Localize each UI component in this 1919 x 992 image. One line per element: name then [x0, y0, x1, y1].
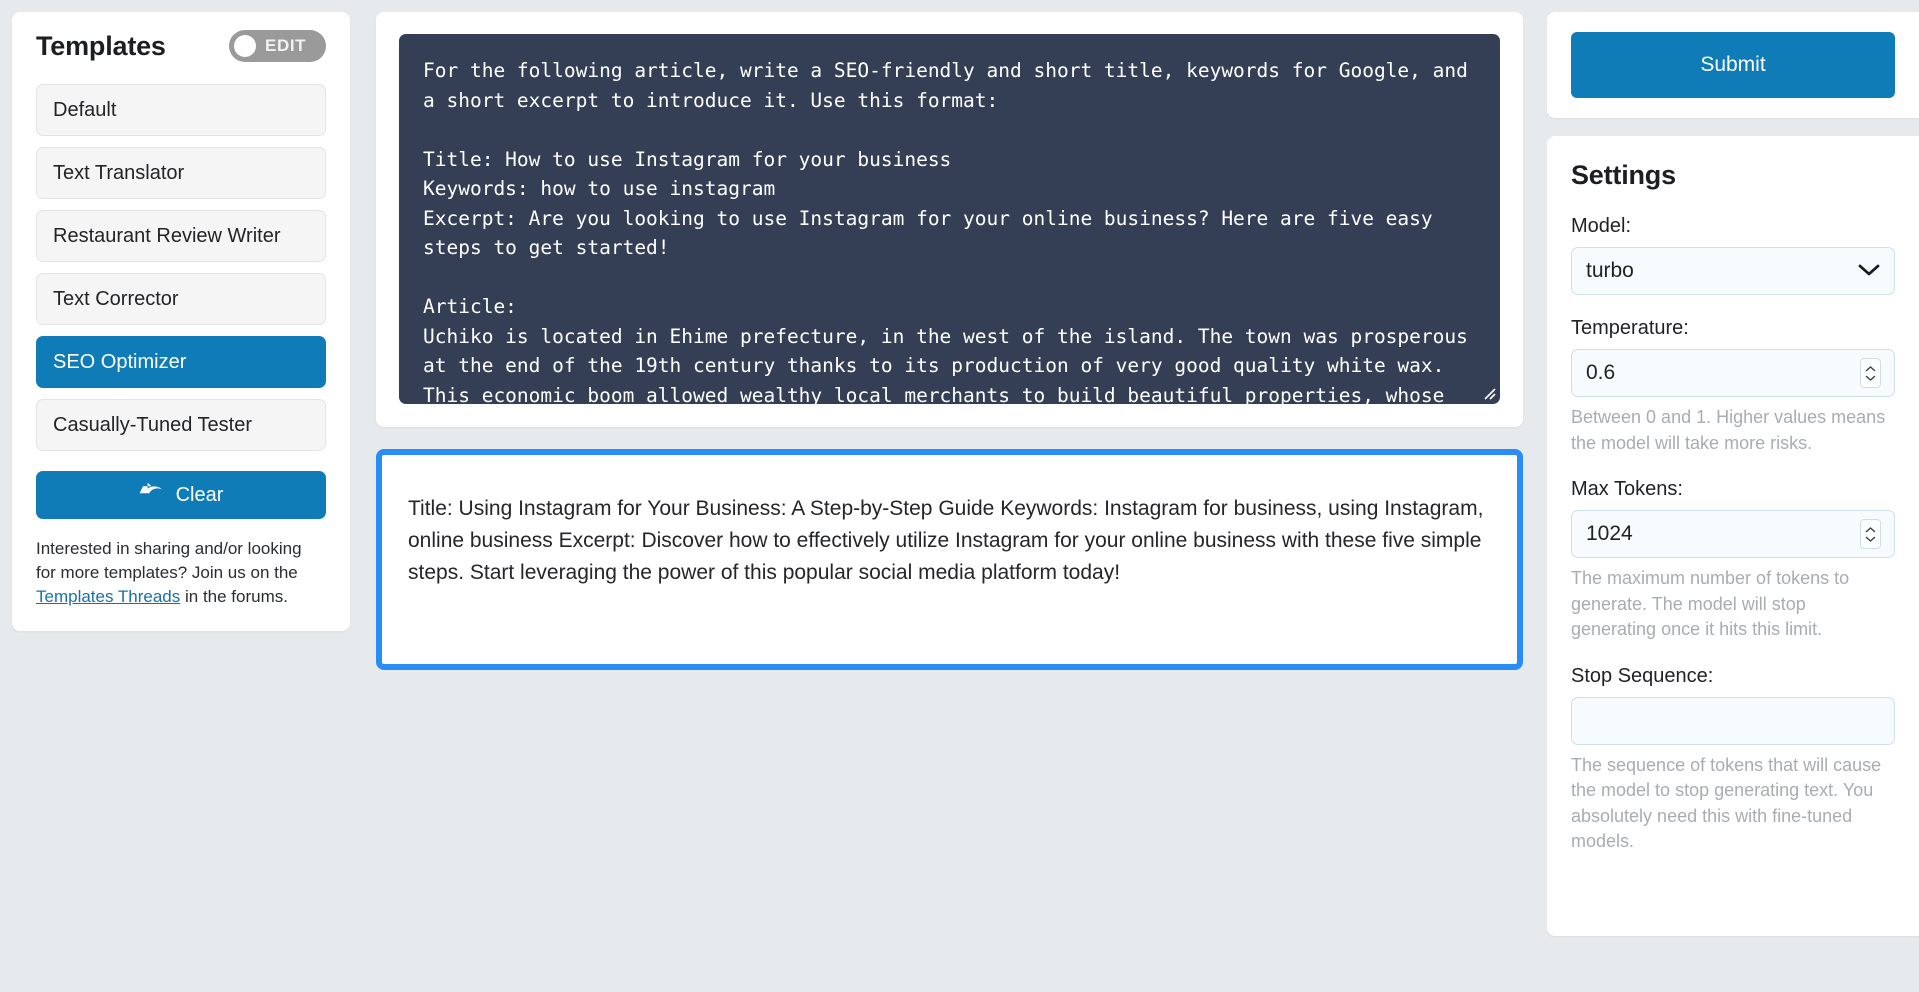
template-list: Default Text Translator Restaurant Revie…: [36, 84, 326, 451]
template-item-text-corrector[interactable]: Text Corrector: [36, 273, 326, 325]
templates-footer: Interested in sharing and/or looking for…: [36, 537, 326, 609]
right-column: Submit Settings Model: turbo Temperature…: [1547, 0, 1919, 992]
template-item-text-translator[interactable]: Text Translator: [36, 147, 326, 199]
undo-icon: [139, 482, 165, 508]
submit-panel: Submit: [1547, 12, 1919, 118]
temperature-help: Between 0 and 1. Higher values means the…: [1571, 407, 1886, 453]
footer-text-before: Interested in sharing and/or looking for…: [36, 539, 302, 583]
max-tokens-help: The maximum number of tokens to generate…: [1571, 568, 1850, 640]
clear-button-label: Clear: [175, 483, 224, 506]
templates-threads-link[interactable]: Templates Threads: [36, 587, 180, 606]
stop-sequence-help: The sequence of tokens that will cause t…: [1571, 754, 1882, 852]
template-item-label: Text Translator: [53, 161, 185, 184]
template-item-label: Restaurant Review Writer: [53, 224, 281, 247]
prompt-wrapper: For the following article, write a SEO-f…: [399, 34, 1500, 404]
toggle-knob: [234, 35, 256, 57]
model-label: Model:: [1571, 215, 1632, 237]
template-item-casually-tuned-tester[interactable]: Casually-Tuned Tester: [36, 399, 326, 451]
templates-panel: Templates EDIT Default Text Translator R…: [12, 12, 350, 632]
prompt-textarea[interactable]: For the following article, write a SEO-f…: [399, 34, 1500, 404]
template-item-label: Text Corrector: [53, 287, 179, 310]
template-item-label: Casually-Tuned Tester: [53, 413, 252, 436]
model-select[interactable]: turbo: [1571, 247, 1895, 295]
max-tokens-value: 1024: [1586, 522, 1633, 546]
template-item-restaurant-review-writer[interactable]: Restaurant Review Writer: [36, 210, 326, 262]
temperature-stepper[interactable]: [1860, 358, 1881, 388]
model-select-value: turbo: [1586, 259, 1634, 282]
sidebar-column: Templates EDIT Default Text Translator R…: [0, 0, 362, 632]
templates-header: Templates EDIT: [36, 30, 326, 62]
clear-button[interactable]: Clear: [36, 471, 326, 519]
template-item-label: SEO Optimizer: [53, 350, 187, 373]
max-tokens-input[interactable]: 1024: [1571, 510, 1895, 559]
template-item-default[interactable]: Default: [36, 84, 326, 136]
template-item-label: Default: [53, 98, 117, 121]
output-text: Title: Using Instagram for Your Business…: [408, 497, 1484, 584]
temperature-value: 0.6: [1586, 361, 1616, 384]
stop-sequence-input[interactable]: [1571, 696, 1895, 745]
footer-text-after: in the forums.: [180, 587, 288, 607]
template-item-seo-optimizer[interactable]: SEO Optimizer: [36, 336, 326, 388]
prompt-panel: For the following article, write a SEO-f…: [376, 12, 1523, 427]
edit-toggle-label: EDIT: [265, 36, 307, 55]
temperature-label: Temperature:: [1571, 317, 1689, 339]
settings-panel: Settings Model: turbo Temperature: 0.6 B…: [1547, 136, 1919, 936]
submit-button[interactable]: Submit: [1571, 32, 1895, 98]
chevron-down-icon: [1858, 259, 1880, 283]
max-tokens-label: Max Tokens:: [1571, 478, 1683, 501]
settings-title: Settings: [1571, 160, 1676, 190]
max-tokens-stepper[interactable]: [1860, 519, 1881, 550]
stop-sequence-label: Stop Sequence:: [1571, 664, 1714, 687]
app-root: Templates EDIT Default Text Translator R…: [0, 0, 1919, 992]
temperature-input[interactable]: 0.6: [1571, 349, 1895, 397]
edit-toggle[interactable]: EDIT: [229, 30, 326, 62]
output-panel[interactable]: Title: Using Instagram for Your Business…: [376, 449, 1523, 670]
center-column: For the following article, write a SEO-f…: [362, 0, 1547, 670]
page-title: Templates: [36, 30, 166, 61]
